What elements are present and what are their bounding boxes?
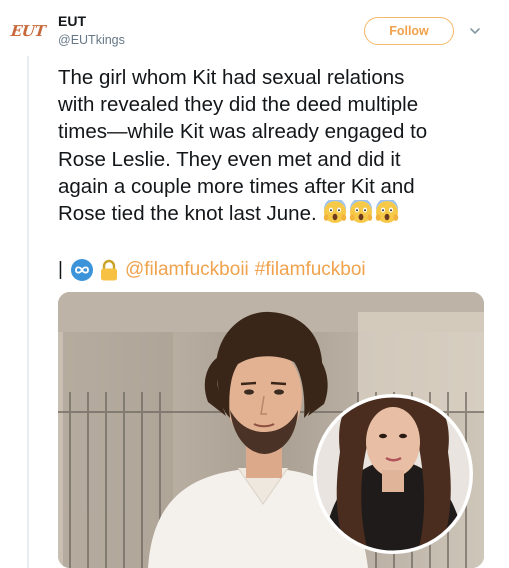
tweet-media-photo[interactable] [58,292,484,568]
face-screaming-in-fear-icon [349,200,372,224]
lock-icon [100,259,117,281]
user-handle[interactable]: @EUTkings [58,33,125,47]
avatar[interactable]: EUT [8,14,48,48]
thread-line [27,56,29,568]
chevron-down-icon[interactable] [468,24,482,38]
photo-collage-image [58,292,484,568]
avatar-logo-text: EUT [9,22,47,40]
infinity-icon [70,259,93,281]
emoji-group [323,200,399,224]
face-screaming-in-fear-icon [323,200,346,224]
mention-link[interactable]: @filamfuckboii [125,259,249,281]
tweet-text: The girl whom Kit had sexual relations w… [58,64,498,227]
tweet-card: EUT EUT @EUTkings Follow The girl whom K… [0,0,509,568]
face-screaming-in-fear-icon [375,200,398,224]
hashtag-link[interactable]: #filamfuckboi [255,259,366,281]
tag-line: | @filamfuckboii #filamfuckboi [58,256,366,284]
pipe-separator: | [58,259,63,280]
user-display-name[interactable]: EUT [58,13,86,29]
follow-button[interactable]: Follow [364,17,454,45]
